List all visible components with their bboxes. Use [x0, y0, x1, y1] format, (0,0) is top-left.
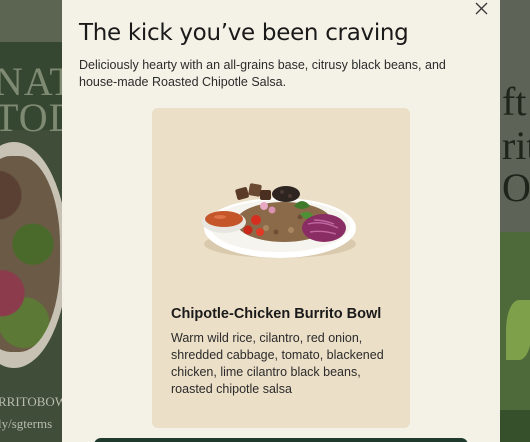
background-right-bottom [500, 410, 530, 442]
close-button[interactable] [471, 0, 491, 18]
product-card[interactable]: Chipotle-Chicken Burrito Bowl Warm wild … [152, 108, 410, 428]
background-headline-line-2: TOD [0, 95, 62, 140]
close-icon [475, 2, 488, 15]
product-title: Chipotle-Chicken Burrito Bowl [171, 306, 382, 322]
background-link-line-1: RRITOBOW [0, 394, 62, 409]
cta-button[interactable] [94, 438, 468, 442]
background-right-upper: ft rit OD [500, 0, 530, 232]
background-left-panel: NAT TOD RRITOBOW ly/sgterms [0, 0, 62, 442]
background-headline-band: NAT TOD [0, 42, 62, 138]
background-right-word-2: rit [502, 123, 530, 168]
background-leaf-image [506, 300, 530, 360]
promo-modal: The kick you’ve been craving Deliciously… [62, 0, 500, 442]
background-right-word-1: ft [502, 79, 527, 124]
product-description: Warm wild rice, cilantro, red onion, shr… [171, 331, 384, 396]
modal-subtitle: Deliciously hearty with an all-grains ba… [79, 58, 446, 89]
background-link-line-2: ly/sgterms [0, 416, 53, 431]
modal-title: The kick you’ve been craving [79, 20, 409, 46]
background-right-panel: ft rit OD [500, 0, 530, 442]
background-right-word-3: OD [502, 165, 530, 210]
background-header-strip [0, 0, 62, 42]
burrito-bowl-image [202, 183, 356, 258]
